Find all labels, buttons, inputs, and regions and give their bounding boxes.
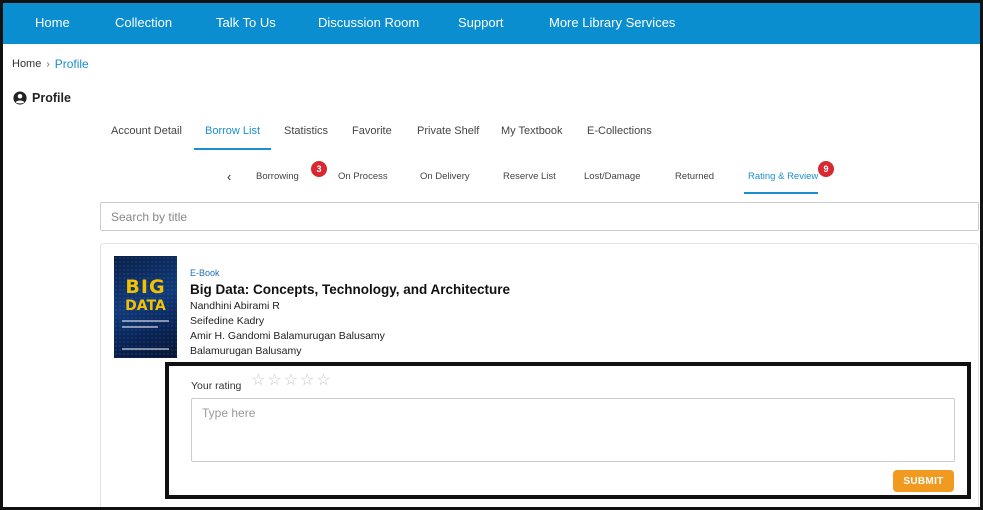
breadcrumb: Home › Profile — [12, 57, 89, 71]
user-circle-icon — [13, 91, 27, 105]
active-tab-indicator — [194, 148, 271, 150]
borrowing-count-badge: 3 — [311, 161, 327, 177]
tab-my-textbook[interactable]: My Textbook — [501, 125, 563, 137]
top-nav-bar: Home Collection Talk To Us Discussion Ro… — [3, 3, 980, 44]
tab-account-detail[interactable]: Account Detail — [111, 125, 182, 137]
tab-private-shelf[interactable]: Private Shelf — [417, 125, 479, 137]
subtab-lost-damage[interactable]: Lost/Damage — [584, 171, 641, 182]
breadcrumb-profile[interactable]: Profile — [55, 57, 89, 71]
subtab-on-delivery[interactable]: On Delivery — [420, 171, 470, 182]
sub-tabs: ‹ Borrowing 3 On Process On Delivery Res… — [3, 159, 980, 194]
book-type-label: E-Book — [190, 268, 220, 278]
tab-borrow-list[interactable]: Borrow List — [205, 125, 260, 137]
subtab-rating-review[interactable]: Rating & Review — [748, 171, 818, 182]
book-author: Seifedine Kadry — [190, 315, 265, 327]
nav-talk-to-us[interactable]: Talk To Us — [216, 15, 276, 30]
tab-favorite[interactable]: Favorite — [352, 125, 392, 137]
search-input[interactable] — [100, 202, 979, 231]
tab-statistics[interactable]: Statistics — [284, 125, 328, 137]
page-title: Profile — [32, 91, 71, 105]
chevron-left-icon[interactable]: ‹ — [227, 169, 231, 184]
book-author: Amir H. Gandomi Balamurugan Balusamy — [190, 330, 385, 342]
cover-divider — [122, 348, 169, 350]
book-info: E-Book Big Data: Concepts, Technology, a… — [190, 268, 510, 358]
book-author: Balamurugan Balusamy — [190, 345, 302, 357]
chevron-right-icon: › — [46, 58, 50, 70]
nav-home[interactable]: Home — [35, 15, 70, 30]
book-title[interactable]: Big Data: Concepts, Technology, and Arch… — [190, 282, 510, 297]
cover-divider — [122, 326, 158, 328]
tab-e-collections[interactable]: E-Collections — [587, 125, 652, 137]
profile-heading: Profile — [13, 91, 71, 105]
active-subtab-indicator — [744, 192, 818, 194]
subtab-reserve-list[interactable]: Reserve List — [503, 171, 556, 182]
highlight-box — [165, 362, 971, 499]
cover-title-line2: DATA — [125, 298, 166, 314]
nav-collection[interactable]: Collection — [115, 15, 172, 30]
rating-review-count-badge: 9 — [818, 161, 834, 177]
cover-divider — [122, 320, 169, 322]
subtab-returned[interactable]: Returned — [675, 171, 714, 182]
app-frame: Home Collection Talk To Us Discussion Ro… — [0, 0, 983, 510]
cover-title-line1: BIG — [125, 276, 166, 298]
nav-more-library-services[interactable]: More Library Services — [549, 15, 675, 30]
book-cover-image[interactable]: BIG DATA — [114, 256, 177, 358]
subtab-borrowing[interactable]: Borrowing — [256, 171, 299, 182]
nav-support[interactable]: Support — [458, 15, 504, 30]
breadcrumb-home[interactable]: Home — [12, 58, 41, 70]
nav-discussion-room[interactable]: Discussion Room — [318, 15, 419, 30]
subtab-on-process[interactable]: On Process — [338, 171, 388, 182]
book-author: Nandhini Abirami R — [190, 300, 280, 312]
